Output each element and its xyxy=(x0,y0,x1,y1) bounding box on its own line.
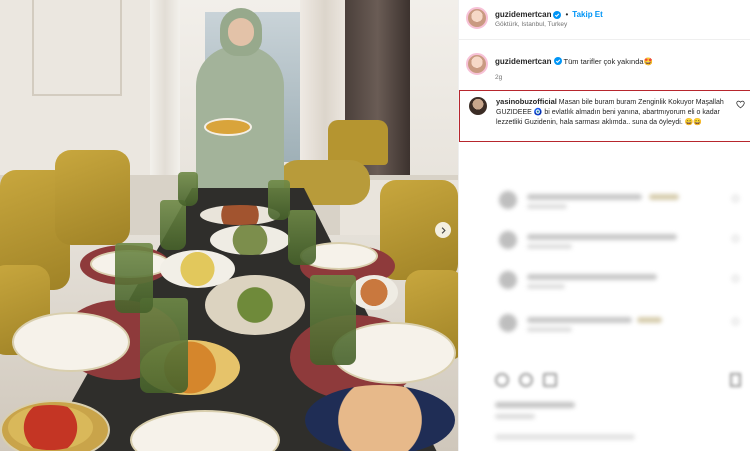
photo-glass xyxy=(288,210,316,265)
blurred-text xyxy=(495,434,635,440)
post-location[interactable]: Göktürk, Istanbul, Turkey xyxy=(495,21,567,28)
follow-button[interactable]: Takip Et xyxy=(572,10,603,19)
heart-icon xyxy=(732,275,739,282)
photo-dish xyxy=(210,225,290,255)
heart-icon[interactable] xyxy=(736,100,745,109)
verified-badge-icon xyxy=(553,10,562,19)
photo-platter xyxy=(204,118,252,136)
photo-armchair xyxy=(328,120,388,165)
post-caption: guzidemertcan Tüm tarifler çok yakında🤩 … xyxy=(459,46,750,86)
avatar[interactable] xyxy=(466,7,488,29)
caption-line: guzidemertcan Tüm tarifler çok yakında🤩 xyxy=(495,57,653,66)
comment-body: yasinobuzofficial Masan bile buram buram… xyxy=(496,97,738,128)
photo-plate xyxy=(12,312,130,372)
post-actions xyxy=(459,365,750,395)
photo-wall-frame xyxy=(32,0,122,96)
avatar xyxy=(499,271,517,289)
comment-username[interactable]: yasinobuzofficial xyxy=(496,97,557,106)
like-icon[interactable] xyxy=(495,373,509,387)
verified-badge-icon xyxy=(553,57,562,65)
heart-icon xyxy=(732,235,739,242)
photo-glass xyxy=(178,172,198,206)
heart-icon xyxy=(732,195,739,202)
photo-glass xyxy=(160,200,186,250)
chevron-right-icon xyxy=(441,226,446,234)
post-photo[interactable] xyxy=(0,0,458,451)
photo-dish xyxy=(350,275,398,310)
blurred-text xyxy=(527,284,565,289)
blurred-comment xyxy=(459,308,750,338)
post-header: guzidemertcan • Takip Et Göktürk, Istanb… xyxy=(459,0,750,40)
caption-timestamp[interactable]: 2g xyxy=(495,74,502,81)
photo-glass xyxy=(268,180,290,220)
blurred-footer xyxy=(459,396,750,451)
bookmark-icon[interactable] xyxy=(730,373,741,387)
avatar[interactable] xyxy=(466,53,488,75)
photo-glass xyxy=(115,243,153,313)
caption-text: Tüm tarifler çok yakında🤩 xyxy=(563,57,653,66)
heart-icon xyxy=(732,318,739,325)
blurred-text xyxy=(495,414,535,419)
blurred-comment xyxy=(459,225,750,255)
post-side-panel: guzidemertcan • Takip Et Göktürk, Istanb… xyxy=(458,0,750,451)
blurred-comment xyxy=(459,265,750,295)
photo-dish xyxy=(305,385,455,451)
blurred-text xyxy=(527,327,572,332)
avatar xyxy=(499,231,517,249)
photo-dish xyxy=(160,250,235,288)
blurred-text xyxy=(649,194,679,200)
comment-icon[interactable] xyxy=(519,373,533,387)
blurred-text xyxy=(637,317,662,323)
carousel-next-button[interactable] xyxy=(435,222,451,238)
avatar xyxy=(499,314,517,332)
blurred-text xyxy=(527,274,657,280)
blurred-text xyxy=(495,402,575,408)
photo-glass xyxy=(310,275,356,365)
blurred-text xyxy=(527,244,572,249)
blurred-text xyxy=(527,317,632,323)
header-username[interactable]: guzidemertcan xyxy=(495,10,551,19)
avatar[interactable] xyxy=(469,97,487,115)
highlighted-comment: yasinobuzofficial Masan bile buram buram… xyxy=(459,90,750,142)
avatar xyxy=(499,191,517,209)
share-icon[interactable] xyxy=(543,373,557,387)
photo-person-face xyxy=(228,18,254,46)
blurred-text xyxy=(527,204,567,209)
photo-chair xyxy=(55,150,130,245)
blurred-comment xyxy=(459,185,750,215)
photo-dish xyxy=(8,405,93,450)
blurred-text xyxy=(527,234,677,240)
dot-separator: • xyxy=(565,10,569,19)
blurred-text xyxy=(527,194,642,200)
photo-curtain xyxy=(150,0,180,190)
caption-username[interactable]: guzidemertcan xyxy=(495,57,551,66)
